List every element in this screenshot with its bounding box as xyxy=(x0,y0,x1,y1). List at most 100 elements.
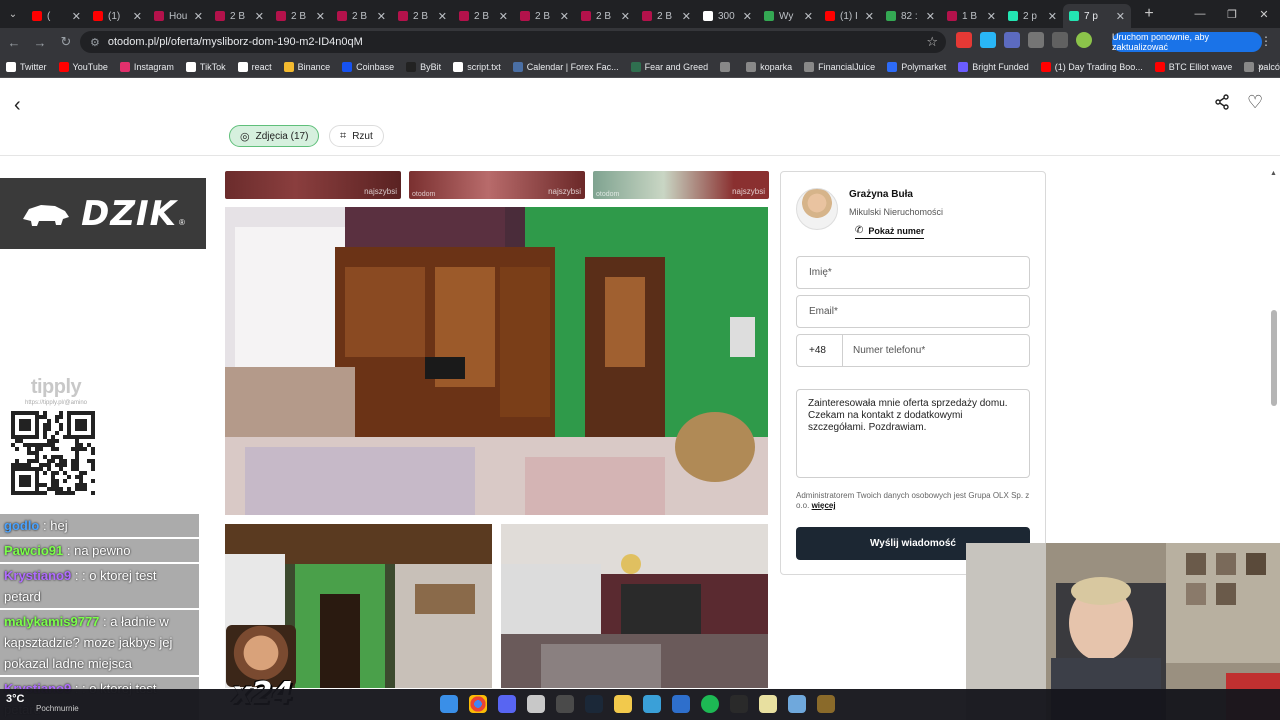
close-tab-icon[interactable]: ✕ xyxy=(1048,10,1057,23)
app-icon[interactable] xyxy=(788,695,806,713)
bookmark-item[interactable]: Twitter xyxy=(6,61,47,72)
favorite-heart-icon[interactable]: ♡ xyxy=(1247,92,1263,113)
close-tab-icon[interactable]: ✕ xyxy=(1116,10,1125,23)
app-icon[interactable] xyxy=(672,695,690,713)
folder-icon[interactable] xyxy=(614,695,632,713)
discord-icon[interactable] xyxy=(498,695,516,713)
site-info-icon[interactable]: ⚙ xyxy=(90,36,100,49)
bookmark-item[interactable]: Bright Funded xyxy=(958,61,1029,72)
bookmark-item[interactable] xyxy=(720,61,734,72)
forward-icon[interactable]: → xyxy=(28,30,52,54)
more-bookmarks-icon[interactable]: » xyxy=(1258,61,1264,73)
close-window-icon[interactable]: ✕ xyxy=(1248,0,1280,28)
gdpr-more-link[interactable]: więcej xyxy=(812,501,836,510)
phone-field[interactable]: +48 Numer telefonu* xyxy=(796,334,1030,367)
bookmark-item[interactable]: script.txt xyxy=(453,61,501,72)
close-tab-icon[interactable]: ✕ xyxy=(682,10,691,23)
close-tab-icon[interactable]: ✕ xyxy=(255,10,264,23)
browser-tab[interactable]: 2 B ✕ xyxy=(270,4,331,28)
media-icon[interactable] xyxy=(1052,32,1068,48)
bookmark-item[interactable]: Coinbase xyxy=(342,61,394,72)
close-tab-icon[interactable]: ✕ xyxy=(865,10,874,23)
browser-tab[interactable]: 2 B ✕ xyxy=(575,4,636,28)
gallery-thumbnail[interactable]: otodom najszybsi xyxy=(409,171,585,199)
browser-tab[interactable]: 2 B ✕ xyxy=(209,4,270,28)
steam-icon[interactable] xyxy=(585,695,603,713)
app-icon[interactable] xyxy=(643,695,661,713)
browser-tab[interactable]: 2 p ✕ xyxy=(1002,4,1063,28)
browser-tab[interactable]: (✕ xyxy=(26,4,87,28)
weather-temperature[interactable]: 3°C xyxy=(6,693,24,705)
start-icon[interactable] xyxy=(440,695,458,713)
tab-photos[interactable]: ◎ Zdjęcia (17) xyxy=(229,125,320,147)
bookmark-item[interactable]: ByBit xyxy=(406,61,441,72)
main-listing-photo[interactable] xyxy=(225,207,768,515)
close-tab-icon[interactable]: ✕ xyxy=(438,10,447,23)
bookmark-item[interactable]: Instagram xyxy=(119,61,174,72)
bookmark-item[interactable]: (1) Day Trading Boo... xyxy=(1040,61,1143,72)
close-tab-icon[interactable]: ✕ xyxy=(72,10,81,23)
scroll-up-icon[interactable]: ▲ xyxy=(1270,170,1277,177)
close-tab-icon[interactable]: ✕ xyxy=(316,10,325,23)
bookmark-item[interactable]: TikTok xyxy=(185,61,226,72)
browser-tab[interactable]: 2 B ✕ xyxy=(453,4,514,28)
back-icon[interactable]: ← xyxy=(2,30,26,54)
browser-tab[interactable]: (1) ✕ xyxy=(87,4,148,28)
profile-avatar[interactable] xyxy=(1076,32,1092,48)
menu-icon[interactable]: ⋮ xyxy=(1260,34,1272,48)
bookmark-item[interactable]: BTC Elliot wave xyxy=(1154,61,1232,72)
email-field[interactable]: Email* xyxy=(796,295,1030,328)
bookmark-item[interactable]: react xyxy=(237,61,272,72)
bookmark-item[interactable]: FinancialJuice xyxy=(804,61,875,72)
gallery-thumbnail[interactable]: najszybsi xyxy=(225,171,401,199)
browser-tab[interactable]: 2 B ✕ xyxy=(636,4,697,28)
close-tab-icon[interactable]: ✕ xyxy=(560,10,569,23)
close-tab-icon[interactable]: ✕ xyxy=(804,10,813,23)
close-tab-icon[interactable]: ✕ xyxy=(743,10,752,23)
update-button[interactable]: Uruchom ponownie, aby zaktualizować xyxy=(1112,32,1262,52)
close-tab-icon[interactable]: ✕ xyxy=(133,10,142,23)
app-icon[interactable] xyxy=(817,695,835,713)
bookmark-item[interactable]: Calendar | Forex Fac... xyxy=(512,61,619,72)
gallery-thumbnail[interactable]: otodom najszybsi xyxy=(593,171,769,199)
address-bar[interactable]: ⚙ otodom.pl/pl/oferta/mysliborz-dom-190-… xyxy=(80,31,946,53)
extension-icon[interactable] xyxy=(956,32,972,48)
message-textarea[interactable]: Zainteresowała mnie oferta sprzedaży dom… xyxy=(796,389,1030,478)
bookmark-item[interactable]: koparka xyxy=(746,61,792,72)
app-icon[interactable] xyxy=(527,695,545,713)
browser-tab[interactable]: 2 B ✕ xyxy=(392,4,453,28)
browser-tab[interactable]: Wy ✕ xyxy=(758,4,819,28)
browser-tab[interactable]: 2 B ✕ xyxy=(514,4,575,28)
name-field[interactable]: Imię* xyxy=(796,256,1030,289)
browser-tab[interactable]: (1) I ✕ xyxy=(819,4,880,28)
chrome-icon[interactable] xyxy=(469,695,487,713)
tab-floor-plan[interactable]: ⌗ Rzut xyxy=(329,125,384,147)
close-tab-icon[interactable]: ✕ xyxy=(926,10,935,23)
share-icon[interactable] xyxy=(1214,94,1230,115)
extension-icon[interactable] xyxy=(1004,32,1020,48)
puzzle-icon[interactable] xyxy=(1028,32,1044,48)
browser-tab[interactable]: 1 B ✕ xyxy=(941,4,1002,28)
browser-tab[interactable]: Hou ✕ xyxy=(148,4,209,28)
notepad-icon[interactable] xyxy=(759,695,777,713)
reload-icon[interactable]: ↻ xyxy=(54,30,78,54)
close-tab-icon[interactable]: ✕ xyxy=(987,10,996,23)
browser-tab[interactable]: 2 B ✕ xyxy=(331,4,392,28)
browser-tab[interactable]: 82 : ✕ xyxy=(880,4,941,28)
app-icon[interactable] xyxy=(556,695,574,713)
minimize-icon[interactable]: — xyxy=(1184,0,1216,28)
close-tab-icon[interactable]: ✕ xyxy=(377,10,386,23)
browser-tab[interactable]: 7 p ✕ xyxy=(1063,4,1131,28)
bookmark-item[interactable]: Fear and Greed xyxy=(630,61,708,72)
extension-icon[interactable] xyxy=(980,32,996,48)
show-number-button[interactable]: ✆ Pokaż numer xyxy=(855,225,925,239)
bookmark-star-icon[interactable]: ☆ xyxy=(926,34,938,50)
scroll-thumb[interactable] xyxy=(1271,310,1277,406)
close-tab-icon[interactable]: ✕ xyxy=(499,10,508,23)
tab-search-icon[interactable]: ⌄ xyxy=(0,0,26,28)
back-arrow-icon[interactable]: ‹ xyxy=(14,94,21,117)
close-tab-icon[interactable]: ✕ xyxy=(194,10,203,23)
gallery-photo[interactable] xyxy=(501,524,768,688)
bookmark-item[interactable]: YouTube xyxy=(58,61,108,72)
close-tab-icon[interactable]: ✕ xyxy=(621,10,630,23)
